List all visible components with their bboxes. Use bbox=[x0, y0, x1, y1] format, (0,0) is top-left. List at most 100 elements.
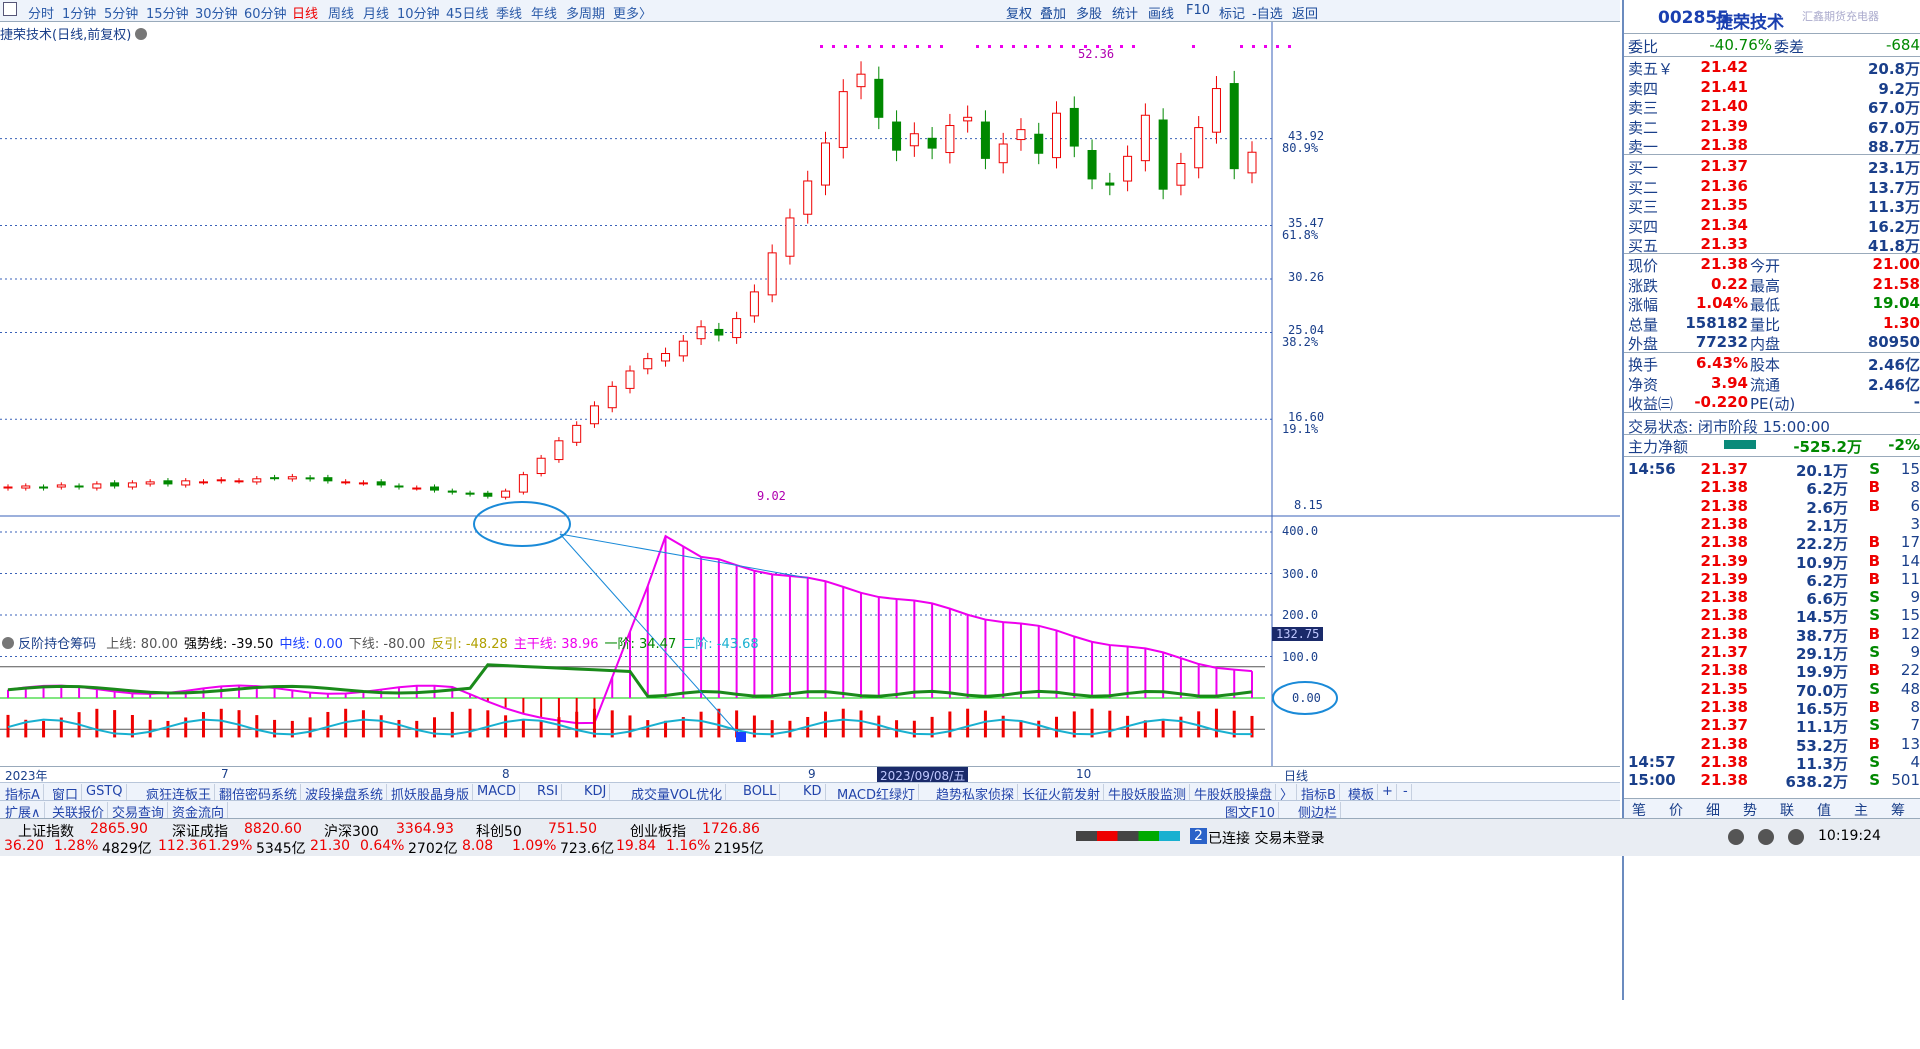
side-tab[interactable]: 图文F10 bbox=[1222, 802, 1280, 821]
candle-body bbox=[998, 143, 1008, 164]
tab-item[interactable]: 翻倍密码系统 bbox=[216, 784, 302, 803]
tab-item[interactable]: MACD bbox=[474, 784, 520, 800]
tab-item[interactable]: 资金流向 bbox=[169, 802, 229, 821]
tool-button[interactable]: 多股 bbox=[1076, 3, 1102, 22]
tool-button[interactable]: 叠加 bbox=[1040, 3, 1066, 22]
signal-dot bbox=[856, 45, 859, 48]
tab-item[interactable]: BOLL bbox=[740, 784, 781, 800]
tool-button[interactable]: F10 bbox=[1186, 3, 1210, 18]
tab-item[interactable]: 趋势私家侦探 bbox=[933, 784, 1019, 803]
quote-tab[interactable]: 价 bbox=[1669, 800, 1683, 820]
tab-item[interactable]: 疯狂连板王 bbox=[143, 784, 216, 803]
indicator-value: 一阶: 34.47 bbox=[604, 637, 677, 652]
side-tab[interactable]: 侧边栏 bbox=[1295, 802, 1342, 821]
tab-item[interactable]: 指标A bbox=[2, 784, 44, 803]
ask-price: 21.41 bbox=[1700, 77, 1748, 96]
candle-body bbox=[412, 487, 422, 490]
period-tab[interactable]: 45日线 bbox=[446, 3, 489, 22]
tick-price: 21.39 bbox=[1700, 569, 1748, 588]
tool-button[interactable]: -自选 bbox=[1252, 3, 1283, 22]
marker-square bbox=[736, 732, 746, 742]
tool-button[interactable]: 统计 bbox=[1112, 3, 1138, 22]
quote-tab[interactable]: 值 bbox=[1817, 800, 1831, 820]
tick-time: 14:56 bbox=[1628, 460, 1676, 478]
tab-item[interactable]: 抓妖股晶身版 bbox=[388, 784, 474, 803]
tick-side: S bbox=[1869, 716, 1880, 735]
quote-tab[interactable]: 筹 bbox=[1891, 800, 1905, 820]
tab-item[interactable]: GSTQ bbox=[83, 784, 127, 800]
tool-button[interactable]: 返回 bbox=[1292, 3, 1318, 22]
period-tab[interactable]: 30分钟 bbox=[195, 3, 238, 22]
tick-price: 21.35 bbox=[1700, 679, 1748, 698]
tab-item[interactable]: 窗口 bbox=[49, 784, 83, 803]
tool-button[interactable]: 画线 bbox=[1148, 3, 1174, 22]
tab-item[interactable]: 〉 bbox=[1277, 784, 1298, 803]
period-tab[interactable]: 更多〉 bbox=[613, 3, 652, 22]
tick-side: B bbox=[1868, 661, 1880, 680]
ask-price: 21.39 bbox=[1700, 116, 1748, 135]
tick-count: 15 bbox=[1900, 606, 1920, 625]
stat-value: 21.00 bbox=[1872, 255, 1920, 273]
message-icon[interactable] bbox=[1758, 829, 1774, 845]
tab-item[interactable]: KDJ bbox=[581, 784, 611, 800]
tab-item[interactable]: + bbox=[1379, 784, 1397, 800]
bid-price: 21.34 bbox=[1700, 215, 1748, 234]
period-tab[interactable]: 年线 bbox=[531, 3, 557, 22]
tool-button[interactable]: 复权 bbox=[1006, 3, 1032, 22]
tab-item[interactable]: 成交量VOL优化 bbox=[628, 784, 727, 803]
indicator-dropdown-icon[interactable] bbox=[2, 637, 14, 649]
connection-status[interactable]: 已连接 交易未登录 bbox=[1208, 828, 1324, 848]
quote-tab[interactable]: 主 bbox=[1854, 800, 1868, 820]
signal-dot bbox=[1060, 45, 1063, 48]
toolbar-menu-icon[interactable] bbox=[3, 2, 17, 16]
tab-item[interactable]: KD bbox=[800, 784, 826, 800]
candle-body bbox=[1158, 119, 1168, 190]
pct-label: 19.1% bbox=[1282, 422, 1319, 436]
period-tab[interactable]: 10分钟 bbox=[397, 3, 440, 22]
tab-item[interactable]: RSI bbox=[534, 784, 563, 800]
candle-body bbox=[323, 477, 333, 482]
tab-item[interactable]: 交易查询 bbox=[109, 802, 169, 821]
quote-tab[interactable]: 细 bbox=[1706, 800, 1720, 820]
date-axis: 2023年 7 8 9 2023/09/08/五 10 日线 bbox=[0, 766, 1620, 784]
period-tab[interactable]: 60分钟 bbox=[244, 3, 287, 22]
tab-item[interactable]: 指标B bbox=[1298, 784, 1340, 803]
tab-item[interactable]: MACD红绿灯 bbox=[834, 784, 919, 803]
quote-tab[interactable]: 笔 bbox=[1632, 800, 1646, 820]
period-tab-active[interactable]: 日线 bbox=[292, 3, 318, 22]
bell-icon[interactable] bbox=[1788, 829, 1804, 845]
candle-body bbox=[305, 477, 315, 480]
tick-price: 21.37 bbox=[1700, 716, 1748, 735]
period-tab[interactable]: 1分钟 bbox=[62, 3, 96, 22]
period-tab[interactable]: 季线 bbox=[496, 3, 522, 22]
period-tab[interactable]: 周线 bbox=[328, 3, 354, 22]
candle-body bbox=[56, 484, 66, 488]
market-heat-icon[interactable] bbox=[1076, 831, 1180, 841]
tab-item[interactable]: 牛股妖股操盘 bbox=[1191, 784, 1277, 803]
tick-side: S bbox=[1869, 679, 1880, 698]
low-label: 9.02 bbox=[757, 489, 786, 503]
candle-body bbox=[892, 121, 902, 151]
period-tab[interactable]: 分时 bbox=[28, 3, 54, 22]
tab-item[interactable]: 长征火箭发射 bbox=[1019, 784, 1105, 803]
quote-tab[interactable]: 联 bbox=[1780, 800, 1794, 820]
chat-icon[interactable] bbox=[1728, 829, 1744, 845]
tick-count: 22 bbox=[1900, 661, 1920, 680]
quote-tab[interactable]: 势 bbox=[1743, 800, 1757, 820]
signal-dot bbox=[988, 45, 991, 48]
tab-item[interactable]: 关联报价 bbox=[49, 802, 109, 821]
tab-item[interactable]: 牛股妖股监测 bbox=[1105, 784, 1191, 803]
candle-body bbox=[518, 474, 528, 493]
tab-item[interactable]: - bbox=[1400, 784, 1412, 800]
tab-item[interactable]: 波段操盘系统 bbox=[302, 784, 388, 803]
tab-item[interactable]: 模板 bbox=[1345, 784, 1379, 803]
tool-button[interactable]: 标记 bbox=[1219, 3, 1245, 22]
ad-text[interactable]: 汇鑫期货充电器 bbox=[1802, 8, 1879, 24]
tab-item[interactable]: 扩展∧ bbox=[2, 802, 45, 821]
tick-side: B bbox=[1868, 496, 1880, 515]
candle-body bbox=[145, 481, 155, 485]
period-tab[interactable]: 月线 bbox=[363, 3, 389, 22]
period-tab[interactable]: 15分钟 bbox=[146, 3, 189, 22]
period-tab[interactable]: 5分钟 bbox=[104, 3, 138, 22]
period-tab[interactable]: 多周期 bbox=[566, 3, 605, 22]
